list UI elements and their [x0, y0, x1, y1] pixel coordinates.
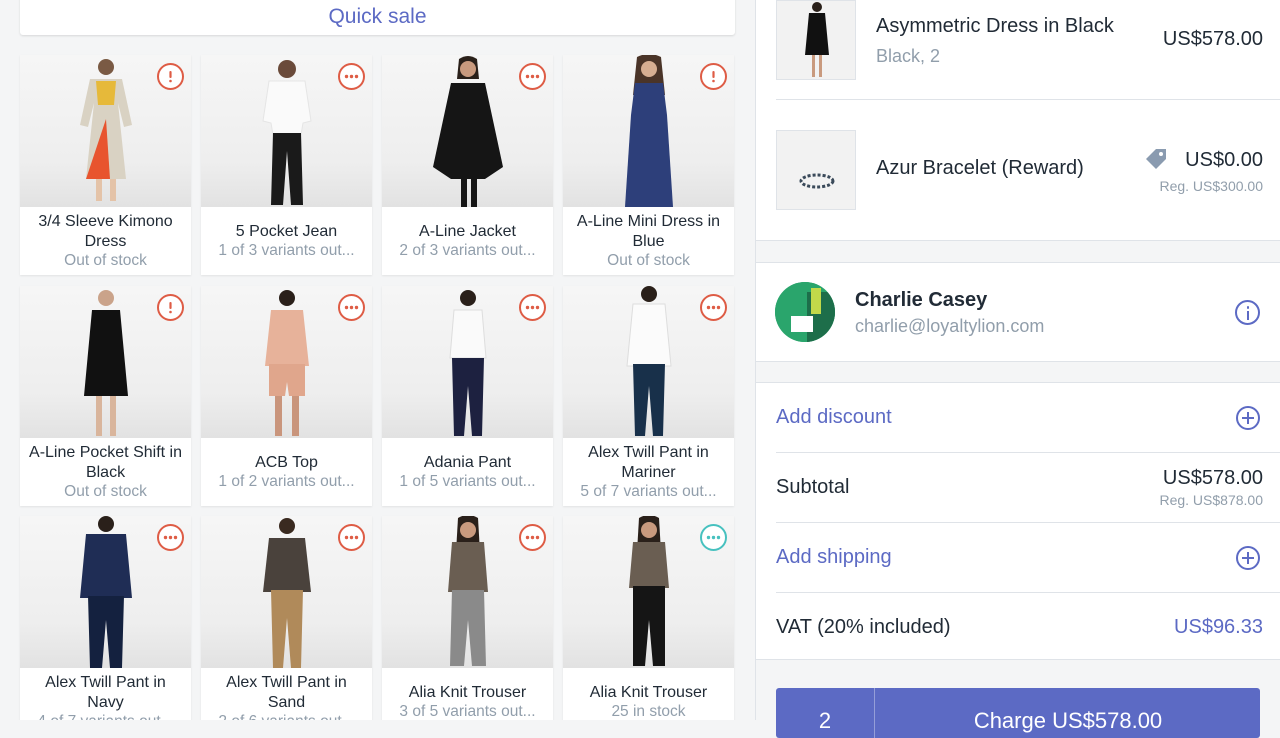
- product-card[interactable]: 3/4 Sleeve Kimono Dress Out of stock: [20, 55, 191, 275]
- ellipsis-icon[interactable]: [700, 524, 727, 551]
- product-name: ACB Top: [255, 454, 318, 471]
- product-card[interactable]: Alia Knit Trouser 25 in stock: [563, 516, 734, 720]
- product-stock-status: 1 of 3 variants out...: [218, 242, 355, 259]
- product-name: Adania Pant: [423, 454, 512, 471]
- product-card[interactable]: Alex Twill Pant in Navy 4 of 7 variants …: [20, 516, 191, 720]
- subtotal-label: Subtotal: [776, 476, 850, 498]
- divider: [776, 592, 1280, 593]
- avatar: [775, 282, 835, 342]
- product-name: Alex Twill Pant in Sand: [226, 674, 347, 711]
- product-stock-status: 4 of 7 variants out...: [26, 712, 185, 720]
- info-icon[interactable]: [1235, 300, 1260, 325]
- vat-label: VAT (20% included): [776, 616, 951, 638]
- line-item-price: US$0.00: [1185, 149, 1263, 171]
- alert-icon[interactable]: [700, 63, 727, 90]
- vat-value: US$96.33: [1174, 616, 1263, 638]
- product-stock-status: 1 of 5 variants out...: [399, 473, 536, 490]
- product-card[interactable]: Alex Twill Pant in Sand 2 of 6 variants …: [201, 516, 372, 720]
- ellipsis-icon[interactable]: [700, 294, 727, 321]
- product-card[interactable]: ACB Top 1 of 2 variants out...: [201, 286, 372, 506]
- customer-email: charlie@loyaltylion.com: [855, 316, 1045, 336]
- plus-circle-icon: [1236, 406, 1260, 430]
- divider: [776, 99, 1280, 100]
- cart-line-items: Asymmetric Dress in Black Black, 2 US$57…: [756, 0, 1280, 241]
- product-card[interactable]: Alia Knit Trouser 3 of 5 variants out...: [382, 516, 553, 720]
- add-shipping-row[interactable]: Add shipping: [756, 523, 1280, 592]
- subtotal-regular-price: Reg. US$878.00: [1159, 492, 1263, 508]
- quick-sale-label: Quick sale: [328, 4, 427, 28]
- alert-icon[interactable]: [157, 294, 184, 321]
- product-card[interactable]: A-Line Pocket Shift in Black Out of stoc…: [20, 286, 191, 506]
- product-card[interactable]: A-Line Mini Dress in Blue Out of stock: [563, 55, 734, 275]
- line-item-price: US$578.00: [1162, 28, 1263, 50]
- cart-totals: Add discount Subtotal US$578.00 Reg. US$…: [756, 382, 1280, 660]
- plus-circle-icon: [1236, 546, 1260, 570]
- customer-card[interactable]: Charlie Casey charlie@loyaltylion.com: [756, 262, 1280, 362]
- ellipsis-icon[interactable]: [519, 294, 546, 321]
- add-discount-row[interactable]: Add discount: [756, 383, 1280, 452]
- product-name: 3/4 Sleeve Kimono Dress: [38, 213, 173, 250]
- product-name: Alia Knit Trouser: [589, 684, 708, 701]
- product-card[interactable]: Alex Twill Pant in Mariner 5 of 7 varian…: [563, 286, 734, 506]
- product-stock-status: Out of stock: [64, 483, 147, 500]
- item-count: 2: [776, 688, 875, 738]
- line-item-thumbnail: [776, 0, 856, 80]
- product-stock-status: 2 of 3 variants out...: [399, 242, 536, 259]
- ellipsis-icon[interactable]: [157, 524, 184, 551]
- product-card[interactable]: A-Line Jacket 2 of 3 variants out...: [382, 55, 553, 275]
- product-name: Alex Twill Pant in Mariner: [588, 444, 709, 481]
- line-item-regular-price: Reg. US$300.00: [1159, 178, 1263, 194]
- product-stock-status: 5 of 7 variants out...: [580, 483, 717, 500]
- ellipsis-icon[interactable]: [338, 294, 365, 321]
- alert-icon[interactable]: [157, 63, 184, 90]
- product-card[interactable]: Adania Pant 1 of 5 variants out...: [382, 286, 553, 506]
- ellipsis-icon[interactable]: [338, 63, 365, 90]
- ellipsis-icon[interactable]: [519, 63, 546, 90]
- product-catalog: Quick sale 3/4 Sleeve Kimono Dress Out o…: [0, 0, 755, 720]
- product-name: Alia Knit Trouser: [408, 684, 527, 701]
- product-stock-status: 25 in stock: [611, 703, 686, 720]
- product-name: A-Line Mini Dress in Blue: [576, 213, 721, 250]
- cart-panel: Asymmetric Dress in Black Black, 2 US$57…: [756, 0, 1280, 738]
- product-stock-status: Out of stock: [64, 252, 147, 269]
- product-name: A-Line Jacket: [419, 223, 516, 240]
- line-item-thumbnail: [776, 130, 856, 210]
- line-item-title: Azur Bracelet (Reward): [876, 157, 1084, 179]
- line-item-title: Asymmetric Dress in Black: [876, 15, 1114, 37]
- ellipsis-icon[interactable]: [338, 524, 365, 551]
- product-card[interactable]: 5 Pocket Jean 1 of 3 variants out...: [201, 55, 372, 275]
- quick-sale-button[interactable]: Quick sale: [20, 0, 735, 35]
- subtotal-value: US$578.00: [1162, 467, 1263, 489]
- product-name: A-Line Pocket Shift in Black: [29, 444, 182, 481]
- line-item-variant: Black, 2: [876, 46, 941, 66]
- add-discount-label: Add discount: [776, 406, 892, 428]
- product-stock-status: 1 of 2 variants out...: [218, 473, 355, 490]
- product-stock-status: 3 of 5 variants out...: [399, 703, 536, 720]
- charge-button[interactable]: 2 Charge US$578.00: [776, 688, 1260, 738]
- product-name: Alex Twill Pant in Navy: [45, 674, 166, 711]
- tag-icon: [1146, 149, 1166, 169]
- customer-name: Charlie Casey: [855, 289, 988, 311]
- divider: [776, 452, 1280, 453]
- product-name: 5 Pocket Jean: [235, 223, 338, 240]
- product-stock-status: Out of stock: [607, 252, 690, 269]
- ellipsis-icon[interactable]: [519, 524, 546, 551]
- charge-label: Charge US$578.00: [973, 708, 1163, 733]
- add-shipping-label: Add shipping: [776, 546, 892, 568]
- product-stock-status: 2 of 6 variants out...: [207, 712, 366, 720]
